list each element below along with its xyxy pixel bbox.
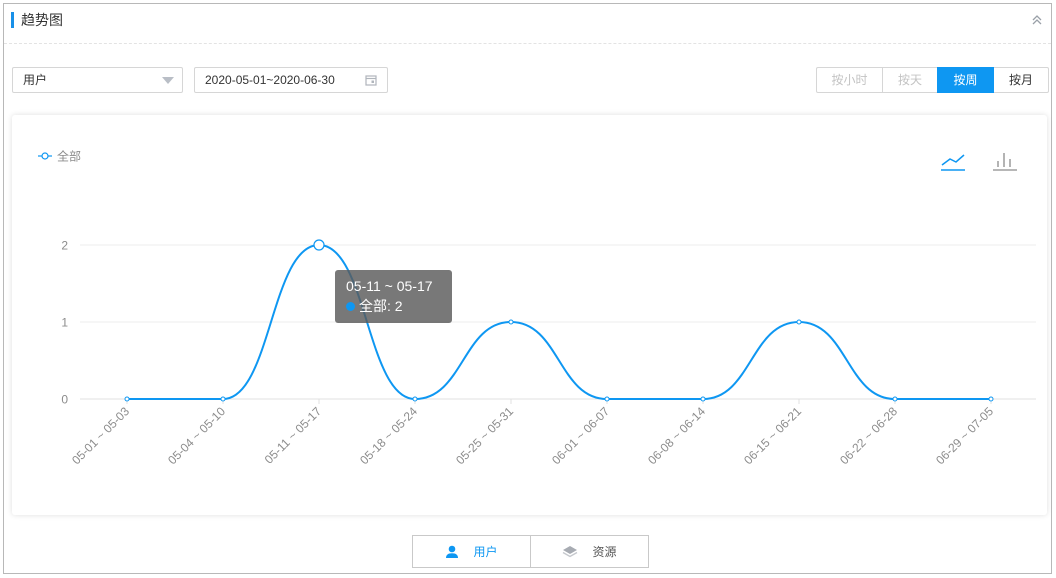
metric-tabs: 用户 资源 (412, 535, 649, 568)
x-tick-label: 06-29 ~ 07-05 (933, 404, 996, 467)
granularity-hour-button[interactable]: 按小时 (816, 67, 883, 93)
data-point[interactable] (124, 396, 130, 402)
granularity-day-button[interactable]: 按天 (882, 67, 938, 93)
grid-lines (80, 244, 1036, 400)
chart-legend[interactable]: 全部 (38, 149, 81, 164)
chart-tooltip: 05-11 ~ 05-17 全部: 2 (335, 270, 452, 323)
panel-header: 趋势图 (4, 4, 1051, 44)
data-point[interactable] (508, 319, 514, 325)
tooltip-value: 全部: 2 (359, 298, 403, 314)
tooltip-title: 05-11 ~ 05-17 (346, 278, 433, 294)
calendar-icon (365, 75, 377, 86)
x-tick-label: 05-11 ~ 05-17 (262, 404, 325, 467)
trend-chart: 全部 0 1 2 05-01 ~ 05-03 05-04 ~ 05-10 05-11 ~… (38, 149, 1036, 467)
series-all (124, 239, 994, 402)
line-chart-toggle-icon[interactable] (941, 154, 965, 171)
data-point[interactable] (412, 396, 418, 402)
granularity-week-button[interactable]: 按周 (937, 67, 994, 93)
tab-resource-label: 资源 (592, 545, 617, 559)
chart-card: 全部 0 1 2 05-01 ~ 05-03 05-04 ~ 05-10 05-11 ~… (12, 115, 1047, 515)
y-axis: 0 1 2 (61, 239, 68, 407)
tab-user[interactable]: 用户 (413, 536, 530, 567)
data-point[interactable] (604, 396, 610, 402)
data-point[interactable] (892, 396, 898, 402)
data-point[interactable] (700, 396, 706, 402)
x-tick-label: 06-08 ~ 06-14 (645, 404, 708, 467)
header-accent-bar (11, 12, 14, 28)
data-point[interactable] (796, 319, 802, 325)
chevron-down-icon (162, 77, 174, 84)
x-axis: 05-01 ~ 05-03 05-04 ~ 05-10 05-11 ~ 05-17 0… (69, 399, 996, 467)
legend-circle-marker (41, 152, 49, 160)
bar-chart-toggle-icon[interactable] (993, 153, 1017, 171)
x-tick-label: 05-25 ~ 05-31 (453, 404, 516, 467)
data-point[interactable] (313, 239, 325, 251)
x-tick-label: 06-22 ~ 06-28 (837, 404, 900, 467)
x-tick-label: 06-15 ~ 06-21 (741, 404, 804, 467)
layers-icon (563, 545, 578, 557)
trend-panel: 趋势图 用户 2020-05-01~2020-06-30 按小时 按天 按周 按… (3, 3, 1052, 574)
tooltip-series-dot (346, 301, 355, 311)
tooltip-row: 全部: 2 (346, 296, 452, 316)
data-point[interactable] (220, 396, 226, 402)
dimension-select-value: 用户 (23, 73, 48, 87)
tab-resource[interactable]: 资源 (530, 536, 648, 567)
x-tick-label: 05-01 ~ 05-03 (69, 404, 132, 467)
dimension-select[interactable]: 用户 (12, 67, 183, 93)
x-tick-label: 05-04 ~ 05-10 (165, 404, 228, 467)
panel-title: 趋势图 (21, 12, 63, 28)
data-point[interactable] (988, 396, 994, 402)
granularity-switch: 按小时 按天 按周 按月 (816, 67, 1049, 93)
y-tick-label: 2 (61, 239, 68, 253)
date-range-picker[interactable]: 2020-05-01~2020-06-30 (194, 67, 388, 93)
user-icon (446, 545, 459, 558)
legend-label: 全部 (57, 149, 81, 164)
collapse-up-icon[interactable] (1031, 13, 1043, 27)
y-tick-label: 1 (61, 316, 68, 330)
granularity-month-button[interactable]: 按月 (993, 67, 1049, 93)
x-tick-label: 06-01 ~ 06-07 (549, 404, 612, 467)
date-range-value: 2020-05-01~2020-06-30 (205, 73, 335, 87)
y-tick-label: 0 (61, 393, 68, 407)
x-tick-label: 05-18 ~ 05-24 (357, 404, 420, 467)
tab-user-label: 用户 (473, 545, 498, 559)
